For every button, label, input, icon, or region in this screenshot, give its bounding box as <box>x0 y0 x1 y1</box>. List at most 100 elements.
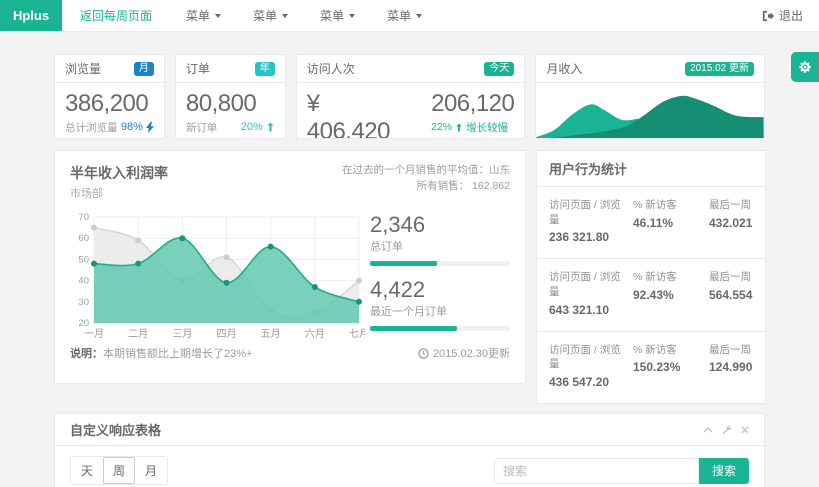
updated-text: 2015.02.30更新 <box>433 345 510 361</box>
stat-value: 46.11% <box>633 216 703 230</box>
custom-table-card: 自定义响应表格 天 周 月 搜索 <box>54 413 765 487</box>
svg-text:一月: 一月 <box>84 328 104 340</box>
month-orders-label: 最近一个月订单 <box>370 303 510 319</box>
user-stats-title: 用户行为统计 <box>537 151 765 187</box>
month-orders-progressbar <box>370 326 510 331</box>
bolt-icon <box>146 122 154 133</box>
svg-text:三月: 三月 <box>172 328 192 340</box>
orders-value: 80,800 <box>186 90 275 118</box>
period-badge-month: 月 <box>134 62 154 76</box>
views-value: 386,200 <box>65 90 154 118</box>
nav-menu-4[interactable]: 菜单 <box>371 0 438 31</box>
total-orders-value: 2,346 <box>370 213 510 237</box>
chevron-up-icon <box>703 426 713 433</box>
stat-label: % 新访客 <box>633 343 703 358</box>
svg-text:五月: 五月 <box>261 328 281 340</box>
svg-text:二月: 二月 <box>128 328 148 340</box>
profit-chart-card: 半年收入利润率 市场部 在过去的一个月销售的平均值：山东 所有销售： 162,8… <box>54 150 526 384</box>
menu-label: 菜单 <box>253 7 277 24</box>
stat-label: 最后一周 <box>709 343 753 358</box>
visits-percent-2: 22% <box>431 121 452 133</box>
stat-card-views: 浏览量 月 386,200 总计浏览量 98% <box>54 54 165 139</box>
stat-value: 564.554 <box>709 288 753 302</box>
visits-count-value: 206,120 <box>431 90 514 118</box>
stat-label: % 新访客 <box>633 198 703 213</box>
card-title-income: 月收入 <box>546 60 582 77</box>
nav-menu-3[interactable]: 菜单 <box>304 0 371 31</box>
user-stats-row: 访问页面 / 浏览量643 321.10 % 新访客92.43% 最后一周564… <box>537 259 765 331</box>
svg-text:六月: 六月 <box>305 328 325 340</box>
menu-label: 菜单 <box>320 7 344 24</box>
stat-value: 432.021 <box>709 216 753 230</box>
visits-col-count: 206,120 22% 增长较慢 <box>431 90 514 139</box>
close-icon <box>741 426 749 434</box>
stat-label: 访问页面 / 浏览量 <box>549 343 627 372</box>
stat-value: 436 547.20 <box>549 375 627 389</box>
card-title-views: 浏览量 <box>65 60 101 77</box>
level-up-icon <box>266 122 275 132</box>
card-title-visits: 访问人次 <box>307 60 355 77</box>
caret-down-icon <box>215 14 221 18</box>
theme-settings-button[interactable] <box>791 52 819 82</box>
user-stats-panel: 用户行为统计 访问页面 / 浏览量 236 321.80 % 新访客 46.11% … <box>536 150 766 404</box>
stat-label: % 新访客 <box>633 270 703 285</box>
chart-footnote: 说明：本期销售额比上期增长了23%+ <box>70 345 252 361</box>
settings-dropdown-button[interactable] <box>722 425 732 435</box>
level-up-icon <box>455 123 463 132</box>
card-title-orders: 订单 <box>186 60 210 77</box>
search-button[interactable]: 搜索 <box>699 458 749 484</box>
visits-revenue-value: ¥ 406,420 <box>307 90 403 139</box>
order-stats: 2,346 总订单 4,422 最近一个月订单 <box>370 209 510 343</box>
svg-text:四月: 四月 <box>217 328 237 340</box>
svg-text:七月: 七月 <box>349 328 365 340</box>
top-navbar: Hplus 返回每周页面 菜单 菜单 菜单 菜单 退出 <box>0 0 819 32</box>
period-badge-year: 年 <box>255 62 275 76</box>
stat-value: 643 321.10 <box>549 303 627 317</box>
total-sales-note: 所有销售： 162,862 <box>342 179 510 195</box>
brand-logo[interactable]: Hplus <box>0 0 62 31</box>
clock-icon <box>418 348 429 359</box>
month-orders-value: 4,422 <box>370 278 510 302</box>
stat-card-income: 月收入 2015.02 更新 <box>535 54 765 139</box>
svg-text:40: 40 <box>78 276 89 287</box>
caret-down-icon <box>282 14 288 18</box>
nav-menu-2[interactable]: 菜单 <box>237 0 304 31</box>
table-card-title: 自定义响应表格 <box>70 420 161 439</box>
stat-label: 最后一周 <box>709 270 753 285</box>
collapse-button[interactable] <box>703 426 713 433</box>
close-button[interactable] <box>741 426 749 434</box>
caret-down-icon <box>349 14 355 18</box>
profit-chart-title: 半年收入利润率 <box>70 163 168 183</box>
menu-label: 菜单 <box>186 7 210 24</box>
stat-value: 150.23% <box>633 360 703 374</box>
menu-label: 菜单 <box>387 7 411 24</box>
total-orders-progressbar <box>370 261 510 266</box>
footnote-text: 本期销售额比上期增长了23%+ <box>103 348 252 360</box>
stat-value: 236 321.80 <box>549 230 627 244</box>
stat-label: 访问页面 / 浏览量 <box>549 198 627 227</box>
stat-label: 最后一周 <box>709 198 753 213</box>
user-stats-row: 访问页面 / 浏览量 236 321.80 % 新访客 46.11% 最后一周 432… <box>537 187 765 259</box>
tab-month[interactable]: 月 <box>135 457 167 484</box>
logout-button[interactable]: 退出 <box>746 0 819 31</box>
orders-percent: 20% <box>241 121 263 133</box>
nav-back-link[interactable]: 返回每周页面 <box>62 0 170 31</box>
stat-card-orders: 订单 年 80,800 新订单 20% <box>175 54 286 139</box>
update-badge: 2015.02 更新 <box>685 62 754 76</box>
stat-card-visits: 访问人次 今天 ¥ 406,420 44% 增长较快 206,120 <box>296 54 526 139</box>
nav-menu-1[interactable]: 菜单 <box>170 0 237 31</box>
orders-sublabel: 新订单 <box>186 120 218 135</box>
svg-text:20: 20 <box>78 318 89 329</box>
visits-col-revenue: ¥ 406,420 44% 增长较快 <box>307 90 403 139</box>
tab-day[interactable]: 天 <box>71 457 103 484</box>
sales-average-note: 在过去的一个月销售的平均值：山东 <box>342 163 510 179</box>
caret-down-icon <box>416 14 422 18</box>
sign-out-icon <box>762 10 774 22</box>
income-area-chart <box>536 83 764 139</box>
svg-text:70: 70 <box>78 212 89 223</box>
svg-text:50: 50 <box>78 254 89 265</box>
footnote-label: 说明： <box>70 348 103 360</box>
period-badge-today: 今天 <box>484 62 514 76</box>
search-input[interactable] <box>494 458 699 484</box>
tab-week[interactable]: 周 <box>103 457 135 484</box>
